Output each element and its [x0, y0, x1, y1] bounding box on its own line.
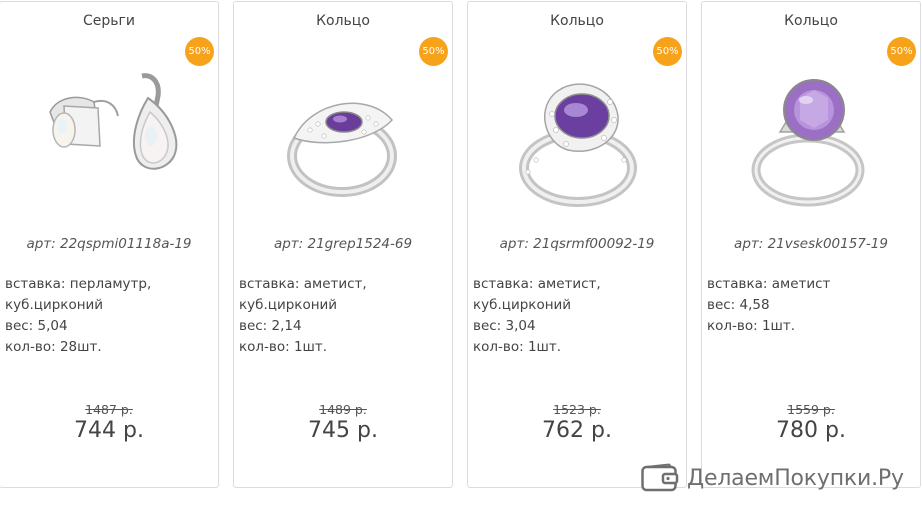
product-card[interactable]: Серьги 50% арт: 22qspmi01118a-19 вставка…	[0, 1, 219, 488]
sale-price: 745 р.	[308, 418, 378, 443]
sale-price: 762 р.	[542, 418, 612, 443]
spec-line: кол-во: 1шт.	[707, 318, 796, 334]
spec-line: вес: 3,04	[473, 318, 536, 334]
product-card[interactable]: Кольцо 50% арт: 21qsrmf00092-19 вставка:…	[467, 1, 687, 488]
site-watermark: ДелаемПокупки.Ру	[641, 462, 904, 494]
watermark-text: ДелаемПокупки.Ру	[687, 465, 904, 491]
wallet-icon	[641, 463, 679, 492]
product-specs: вставка: аметист, куб.цирконий вес: 3,04…	[473, 274, 681, 358]
product-specs: вставка: перламутр, куб.цирконий вес: 5,…	[5, 274, 213, 358]
product-category: Кольцо	[550, 13, 604, 29]
product-specs: вставка: аметист, куб.цирконий вес: 2,14…	[239, 274, 447, 358]
product-image[interactable]	[38, 72, 184, 214]
spec-line: вставка: перламутр,	[5, 276, 152, 292]
spec-line: вставка: аметист,	[473, 276, 601, 292]
spec-line: вес: 5,04	[5, 318, 68, 334]
discount-badge: 50%	[653, 37, 682, 66]
product-card[interactable]: Кольцо 50% арт: 21vsesk00157-19 вставка:…	[701, 1, 921, 488]
spec-line: кол-во: 1шт.	[473, 339, 562, 355]
spec-line: куб.цирконий	[239, 297, 338, 313]
discount-badge: 50%	[419, 37, 448, 66]
sale-price: 744 р.	[74, 418, 144, 443]
product-image[interactable]	[740, 72, 886, 214]
product-sku: арт: 21vsesk00157-19	[734, 236, 888, 252]
spec-line: кол-во: 1шт.	[239, 339, 328, 355]
spec-line: вес: 4,58	[707, 297, 770, 313]
old-price: 1487 р.	[85, 402, 133, 417]
old-price: 1523 р.	[553, 402, 601, 417]
product-category: Кольцо	[316, 13, 370, 29]
discount-badge: 50%	[887, 37, 916, 66]
product-image[interactable]	[272, 72, 418, 214]
spec-line: куб.цирконий	[473, 297, 572, 313]
old-price: 1559 р.	[787, 402, 835, 417]
spec-line: вставка: аметист,	[239, 276, 367, 292]
product-sku: арт: 21grep1524-69	[273, 236, 413, 252]
product-category: Серьги	[83, 13, 135, 29]
old-price: 1489 р.	[319, 402, 367, 417]
product-image[interactable]	[506, 72, 652, 214]
spec-line: куб.цирконий	[5, 297, 104, 313]
product-category: Кольцо	[784, 13, 838, 29]
sale-price: 780 р.	[776, 418, 846, 443]
spec-line: вес: 2,14	[239, 318, 302, 334]
spec-line: вставка: аметист	[707, 276, 831, 292]
product-sku: арт: 22qspmi01118a-19	[26, 236, 192, 252]
spec-line: кол-во: 28шт.	[5, 339, 102, 355]
discount-badge: 50%	[185, 37, 214, 66]
product-grid: Серьги 50% арт: 22qspmi01118a-19 вставка…	[0, 0, 922, 508]
product-card[interactable]: Кольцо 50% арт: 21grep1524-69 вставка: а…	[233, 1, 453, 488]
product-specs: вставка: аметист вес: 4,58 кол-во: 1шт.	[707, 274, 915, 337]
product-sku: арт: 21qsrmf00092-19	[499, 236, 655, 252]
